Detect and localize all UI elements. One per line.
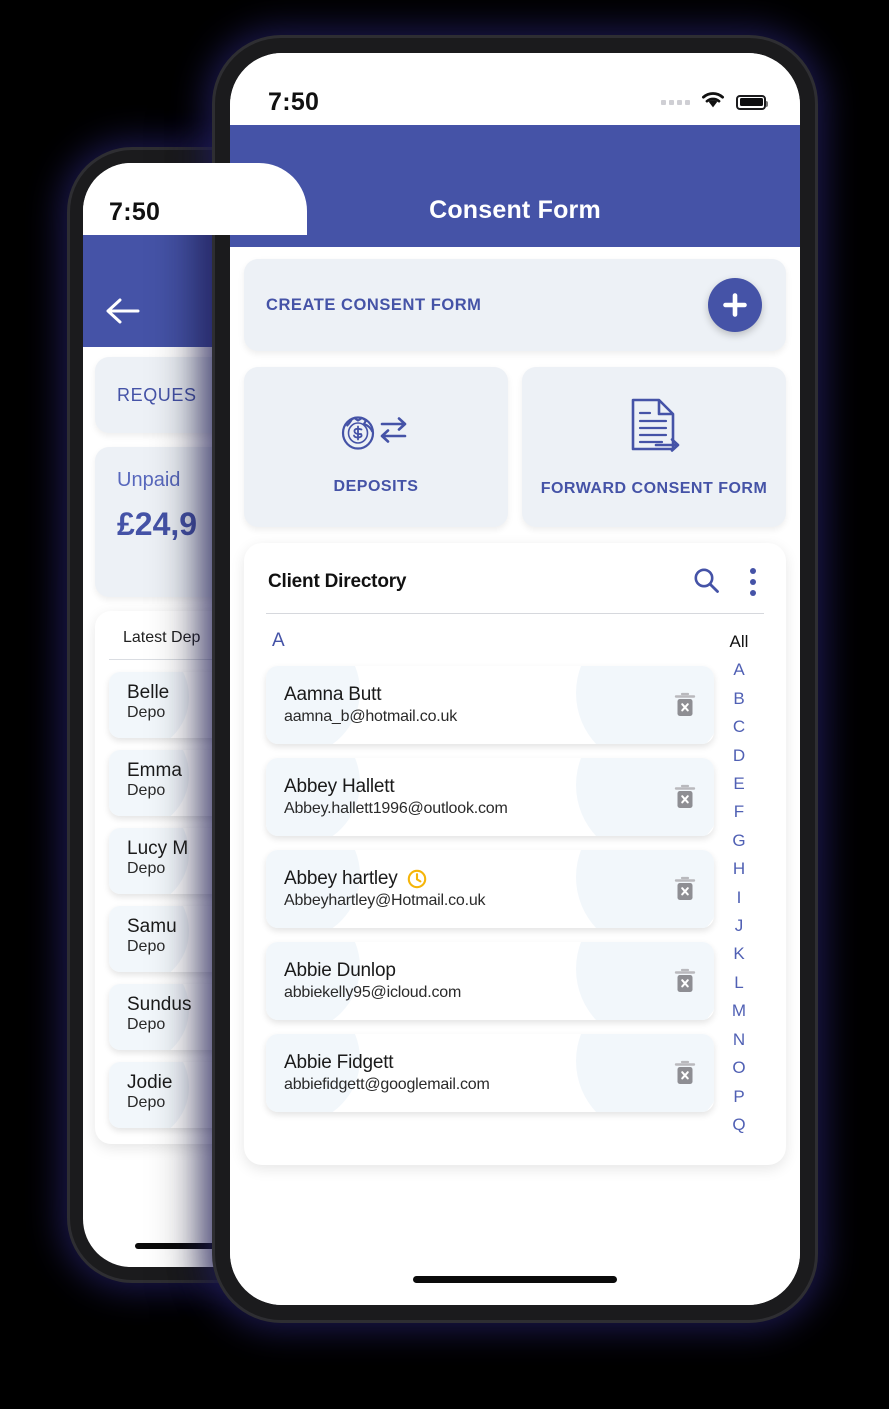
client-directory-body: A Aamna Butt aamna_b@hotmail.co.uk Abbey H… bbox=[266, 614, 764, 1139]
status-time: 7:50 bbox=[268, 88, 320, 116]
forward-consent-form-tile-label: FORWARD CONSENT FORM bbox=[540, 479, 768, 497]
client-info: Abbey hartley Abbeyhartley@Hotmail.co.uk bbox=[284, 868, 486, 910]
request-pill-label: REQUES bbox=[117, 384, 197, 405]
client-email: Abbey.hallett1996@outlook.com bbox=[284, 800, 508, 817]
deposit-row-name: Emma bbox=[127, 760, 182, 781]
deposit-row-sub: Depo bbox=[127, 704, 166, 721]
client-list-item[interactable]: Abbie Fidgett abbiefidgett@googlemail.com bbox=[266, 1034, 714, 1112]
client-list-item[interactable]: Aamna Butt aamna_b@hotmail.co.uk bbox=[266, 666, 714, 744]
alphabet-index-d[interactable]: D bbox=[733, 742, 745, 770]
deposit-row-sub: Depo bbox=[127, 1094, 166, 1111]
quick-action-tiles: DEPOSITS FORWARD CONSENT FORM bbox=[244, 367, 786, 527]
alphabet-index-j[interactable]: J bbox=[735, 912, 744, 940]
battery-full-icon bbox=[736, 94, 768, 110]
client-name: Aamna Butt bbox=[284, 684, 382, 705]
trash-icon[interactable] bbox=[672, 874, 698, 904]
client-email: Abbeyhartley@Hotmail.co.uk bbox=[284, 892, 486, 909]
alphabet-index-a[interactable]: A bbox=[733, 656, 744, 684]
status-bar: 7:50 bbox=[230, 53, 800, 125]
client-directory-actions bbox=[692, 565, 762, 599]
search-icon[interactable] bbox=[692, 566, 720, 599]
plus-icon[interactable] bbox=[708, 278, 762, 332]
alphabet-index-f[interactable]: F bbox=[734, 798, 744, 826]
money-bag-exchange-icon bbox=[337, 399, 415, 458]
deposits-tile[interactable]: DEPOSITS bbox=[244, 367, 508, 527]
section-letter: A bbox=[272, 630, 285, 651]
deposit-row-name: Samu bbox=[127, 916, 177, 937]
alphabet-index-i[interactable]: I bbox=[737, 884, 742, 912]
app-content: CREATE CONSENT FORM DEPOSITS FORWARD CON… bbox=[230, 247, 800, 1166]
deposit-row-sub: Depo bbox=[127, 860, 166, 877]
trash-icon[interactable] bbox=[672, 966, 698, 996]
client-info: Abbie Dunlop abbiekelly95@icloud.com bbox=[284, 960, 461, 1002]
alphabet-index-k[interactable]: K bbox=[733, 940, 744, 968]
alphabet-index-q[interactable]: Q bbox=[732, 1111, 745, 1139]
deposit-row-sub: Depo bbox=[127, 782, 166, 799]
alphabet-index-b[interactable]: B bbox=[733, 685, 744, 713]
client-rows: Aamna Butt aamna_b@hotmail.co.uk Abbey Hal… bbox=[266, 666, 714, 1112]
client-directory-card: Client Directory A Aamna Butt aamna_b@ho… bbox=[244, 543, 786, 1166]
client-info: Aamna Butt aamna_b@hotmail.co.uk bbox=[284, 684, 457, 726]
page-title: Consent Form bbox=[429, 196, 601, 224]
client-directory-title: Client Directory bbox=[268, 571, 407, 592]
deposits-tile-label: DEPOSITS bbox=[333, 477, 419, 495]
deposit-row-sub: Depo bbox=[127, 1016, 166, 1033]
create-consent-form-card[interactable]: CREATE CONSENT FORM bbox=[244, 259, 786, 351]
foreground-phone-screen: 7:50 Consent Form CREATE CONSENT FORM DE… bbox=[230, 53, 800, 1305]
client-list-item[interactable]: Abbey hartley Abbeyhartley@Hotmail.co.uk bbox=[266, 850, 714, 928]
alphabet-index-h[interactable]: H bbox=[733, 855, 745, 883]
alphabet-index-l[interactable]: L bbox=[734, 969, 743, 997]
client-email: abbiefidgett@googlemail.com bbox=[284, 1076, 490, 1093]
client-info: Abbie Fidgett abbiefidgett@googlemail.com bbox=[284, 1052, 490, 1094]
kebab-menu-icon[interactable] bbox=[744, 565, 762, 599]
appbar: Consent Form bbox=[230, 125, 800, 247]
alphabet-index-e[interactable]: E bbox=[733, 770, 744, 798]
deposit-row-name: Lucy M bbox=[127, 838, 189, 859]
client-directory-header: Client Directory bbox=[266, 565, 764, 614]
client-name: Abbie Fidgett bbox=[284, 1052, 394, 1073]
client-email: aamna_b@hotmail.co.uk bbox=[284, 708, 458, 725]
deposit-row-name: Jodie bbox=[127, 1072, 173, 1093]
alphabet-index-all[interactable]: All bbox=[730, 628, 749, 656]
alphabet-index-o[interactable]: O bbox=[732, 1054, 745, 1082]
home-indicator bbox=[413, 1276, 617, 1283]
alphabet-index-c[interactable]: C bbox=[733, 713, 745, 741]
alphabet-index[interactable]: All A B C D E F G H I J K L M N O P Q bbox=[714, 628, 764, 1139]
signal-dots-icon bbox=[661, 99, 690, 105]
client-list-item[interactable]: Abbey Hallett Abbey.hallett1996@outlook.c… bbox=[266, 758, 714, 836]
alphabet-index-m[interactable]: M bbox=[732, 997, 746, 1025]
client-name: Abbey Hallett bbox=[284, 776, 395, 797]
client-email: abbiekelly95@icloud.com bbox=[284, 984, 462, 1001]
arrow-left-icon[interactable] bbox=[105, 296, 143, 331]
create-consent-form-label: CREATE CONSENT FORM bbox=[266, 295, 482, 314]
client-name: Abbey hartley bbox=[284, 868, 485, 890]
status-indicators bbox=[661, 90, 768, 117]
deposit-row-name: Belle bbox=[127, 682, 170, 703]
deposit-row-name: Sundus bbox=[127, 994, 192, 1015]
wifi-icon bbox=[700, 90, 726, 114]
document-forward-icon bbox=[626, 397, 682, 460]
client-name: Abbie Dunlop bbox=[284, 960, 396, 981]
client-list-item[interactable]: Abbie Dunlop abbiekelly95@icloud.com bbox=[266, 942, 714, 1020]
app-screen: CREATE CONSENT FORM DEPOSITS FORWARD CON… bbox=[230, 247, 800, 1305]
forward-consent-form-tile[interactable]: FORWARD CONSENT FORM bbox=[522, 367, 786, 527]
alphabet-index-g[interactable]: G bbox=[732, 827, 745, 855]
background-status-time: 7:50 bbox=[109, 198, 161, 226]
alphabet-index-n[interactable]: N bbox=[733, 1026, 745, 1054]
trash-icon[interactable] bbox=[672, 690, 698, 720]
client-list: A Aamna Butt aamna_b@hotmail.co.uk Abbey H… bbox=[266, 628, 714, 1139]
clock-icon bbox=[407, 869, 427, 889]
alphabet-index-p[interactable]: P bbox=[733, 1083, 744, 1111]
trash-icon[interactable] bbox=[672, 782, 698, 812]
background-status-bar: 7:50 bbox=[83, 163, 307, 235]
trash-icon[interactable] bbox=[672, 1058, 698, 1088]
client-info: Abbey Hallett Abbey.hallett1996@outlook.c… bbox=[284, 776, 508, 818]
deposit-row-sub: Depo bbox=[127, 938, 166, 955]
